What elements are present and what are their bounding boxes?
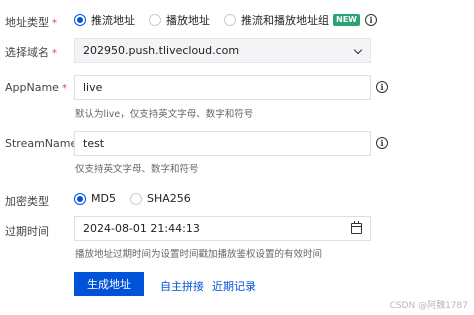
- watermark: CSDN @阿魏1787: [389, 301, 468, 311]
- domain-select-value: 202950.push.tlivecloud.com: [83, 44, 240, 57]
- radio-md5[interactable]: MD5: [74, 192, 116, 205]
- radio-label: 推流地址: [91, 14, 135, 27]
- radio-sha256[interactable]: SHA256: [129, 192, 191, 205]
- expiry-hint: 播放地址过期时间为设置时间戳加播放鉴权设置的有效时间: [75, 249, 323, 260]
- info-icon[interactable]: i: [376, 137, 388, 149]
- appname-field[interactable]: [74, 75, 371, 100]
- radio-circle[interactable]: [224, 14, 236, 26]
- appname-label: AppName *: [5, 81, 67, 94]
- address-type-label: 地址类型 *: [5, 16, 57, 29]
- expiry-datetime-value: 2024-08-01 21:44:13: [83, 222, 200, 235]
- radio-circle[interactable]: [149, 14, 161, 26]
- appname-input[interactable]: [83, 81, 362, 94]
- radio-push-and-play-group[interactable]: 推流和播放地址组 NEW: [224, 12, 360, 28]
- self-assemble-link[interactable]: 自主拼接: [160, 278, 204, 294]
- calendar-icon[interactable]: [351, 221, 362, 234]
- streamname-field[interactable]: [74, 131, 371, 156]
- radio-label: SHA256: [146, 192, 191, 205]
- radio-circle-checked[interactable]: [74, 192, 86, 205]
- encryption-label: 加密类型: [5, 195, 49, 208]
- radio-circle[interactable]: [129, 192, 142, 205]
- domain-select[interactable]: 202950.push.tlivecloud.com: [74, 38, 371, 63]
- radio-label: MD5: [91, 192, 116, 205]
- domain-label: 选择域名 *: [5, 46, 57, 59]
- new-badge: NEW: [333, 14, 360, 26]
- streamname-input[interactable]: [83, 137, 362, 150]
- expiry-datetime-field[interactable]: 2024-08-01 21:44:13: [74, 216, 371, 241]
- required-mark: *: [52, 18, 57, 29]
- info-icon[interactable]: i: [376, 81, 388, 93]
- chevron-down-icon[interactable]: [354, 47, 362, 55]
- radio-play-address[interactable]: 播放地址: [149, 12, 210, 28]
- radio-circle-checked[interactable]: [74, 14, 86, 26]
- radio-label: 播放地址: [166, 14, 210, 27]
- required-mark: *: [52, 48, 57, 59]
- expiry-label: 过期时间: [5, 225, 49, 238]
- generate-address-button[interactable]: 生成地址: [74, 272, 144, 296]
- appname-hint: 默认为live，仅支持英文字母、数字和符号: [75, 109, 254, 120]
- encryption-radio-group: MD5 SHA256: [74, 192, 205, 205]
- radio-push-address[interactable]: 推流地址: [74, 12, 135, 28]
- required-mark: *: [61, 83, 67, 94]
- recent-records-link[interactable]: 近期记录: [212, 278, 256, 294]
- streamname-hint: 仅支持英文字母、数字和符号: [75, 164, 199, 175]
- address-type-radio-group: 推流地址 播放地址 推流和播放地址组 NEW i: [74, 12, 377, 28]
- radio-label: 推流和播放地址组: [241, 14, 329, 27]
- info-icon[interactable]: i: [364, 14, 377, 26]
